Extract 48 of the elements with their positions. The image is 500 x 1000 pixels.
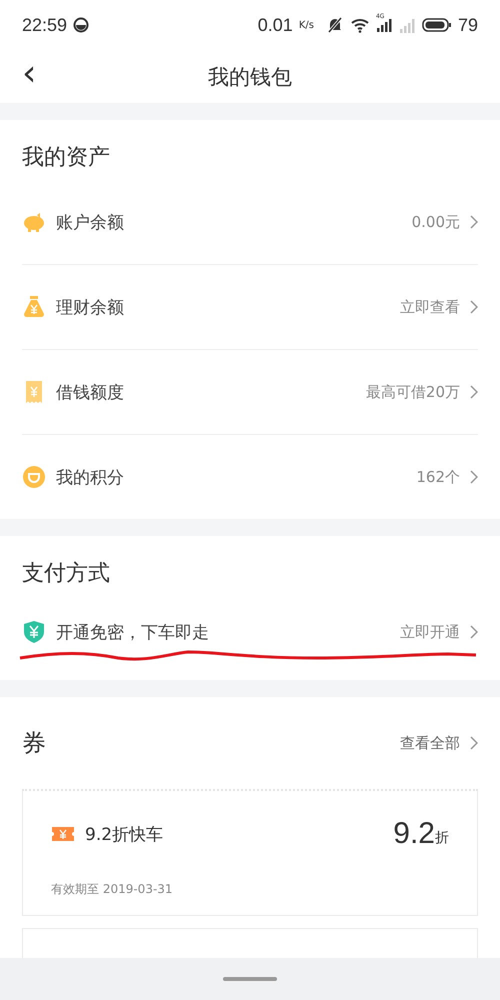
item-value: 最高可借20万 — [366, 382, 460, 402]
status-time: 22:59 — [22, 14, 68, 36]
item-label: 账户余额 — [56, 212, 124, 234]
item-label: 开通免密，下车即走 — [56, 622, 209, 644]
chevron-right-icon — [470, 625, 478, 639]
status-app-icon — [73, 17, 90, 33]
page-title: 我的钱包 — [208, 64, 292, 90]
ticket-icon — [51, 826, 75, 842]
back-button[interactable]: ‹ — [22, 56, 36, 92]
item-label: 借钱额度 — [56, 382, 124, 404]
coupon-name: 9.2折快车 — [85, 824, 164, 846]
chevron-right-icon — [470, 385, 478, 399]
wallet-item[interactable]: 我的积分 162个 — [22, 435, 478, 519]
wallet-item[interactable]: 账户余额 0.00元 — [22, 180, 478, 265]
item-value: 162个 — [416, 468, 460, 486]
money-bag-icon — [22, 295, 46, 319]
battery-icon — [422, 17, 452, 33]
home-handle[interactable] — [223, 977, 277, 981]
item-value: 立即开通 — [400, 622, 460, 642]
view-all-link[interactable]: 查看全部 — [400, 734, 460, 752]
chevron-right-icon — [470, 736, 478, 750]
section-title: 支付方式 — [22, 560, 111, 588]
item-label: 我的积分 — [56, 466, 124, 488]
coupon-discount: 9.2 — [393, 817, 435, 851]
network-speed-unit: K/s — [298, 20, 314, 30]
network-speed: 0.01 — [258, 14, 293, 36]
coupon-discount-unit: 折 — [435, 829, 449, 847]
wallet-item[interactable]: 借钱额度 最高可借20万 — [22, 350, 478, 435]
shield-icon — [22, 620, 46, 644]
item-label: 理财余额 — [56, 296, 124, 318]
muted-bell-icon — [326, 16, 344, 34]
section-title: 券 — [22, 728, 46, 759]
coupon-card[interactable]: 9.2折快车 9.2折 有效期至 2019-03-31 — [22, 789, 478, 916]
payment-item[interactable]: 开通免密，下车即走 立即开通 — [22, 596, 478, 668]
wifi-icon — [350, 17, 370, 33]
battery-level: 79 — [458, 14, 478, 36]
item-value: 立即查看 — [400, 298, 460, 316]
chevron-right-icon — [470, 215, 478, 229]
wallet-item[interactable]: 理财余额 立即查看 — [22, 265, 478, 350]
chevron-right-icon — [470, 300, 478, 314]
coupon-validity: 有效期至 2019-03-31 — [51, 881, 174, 898]
points-icon — [22, 465, 46, 489]
signal-icon — [376, 18, 392, 32]
section-title: 我的资产 — [22, 144, 111, 172]
piggy-bank-icon — [22, 210, 46, 234]
chevron-right-icon — [470, 470, 478, 484]
item-value: 0.00元 — [412, 212, 460, 232]
signal-icon — [398, 17, 416, 33]
